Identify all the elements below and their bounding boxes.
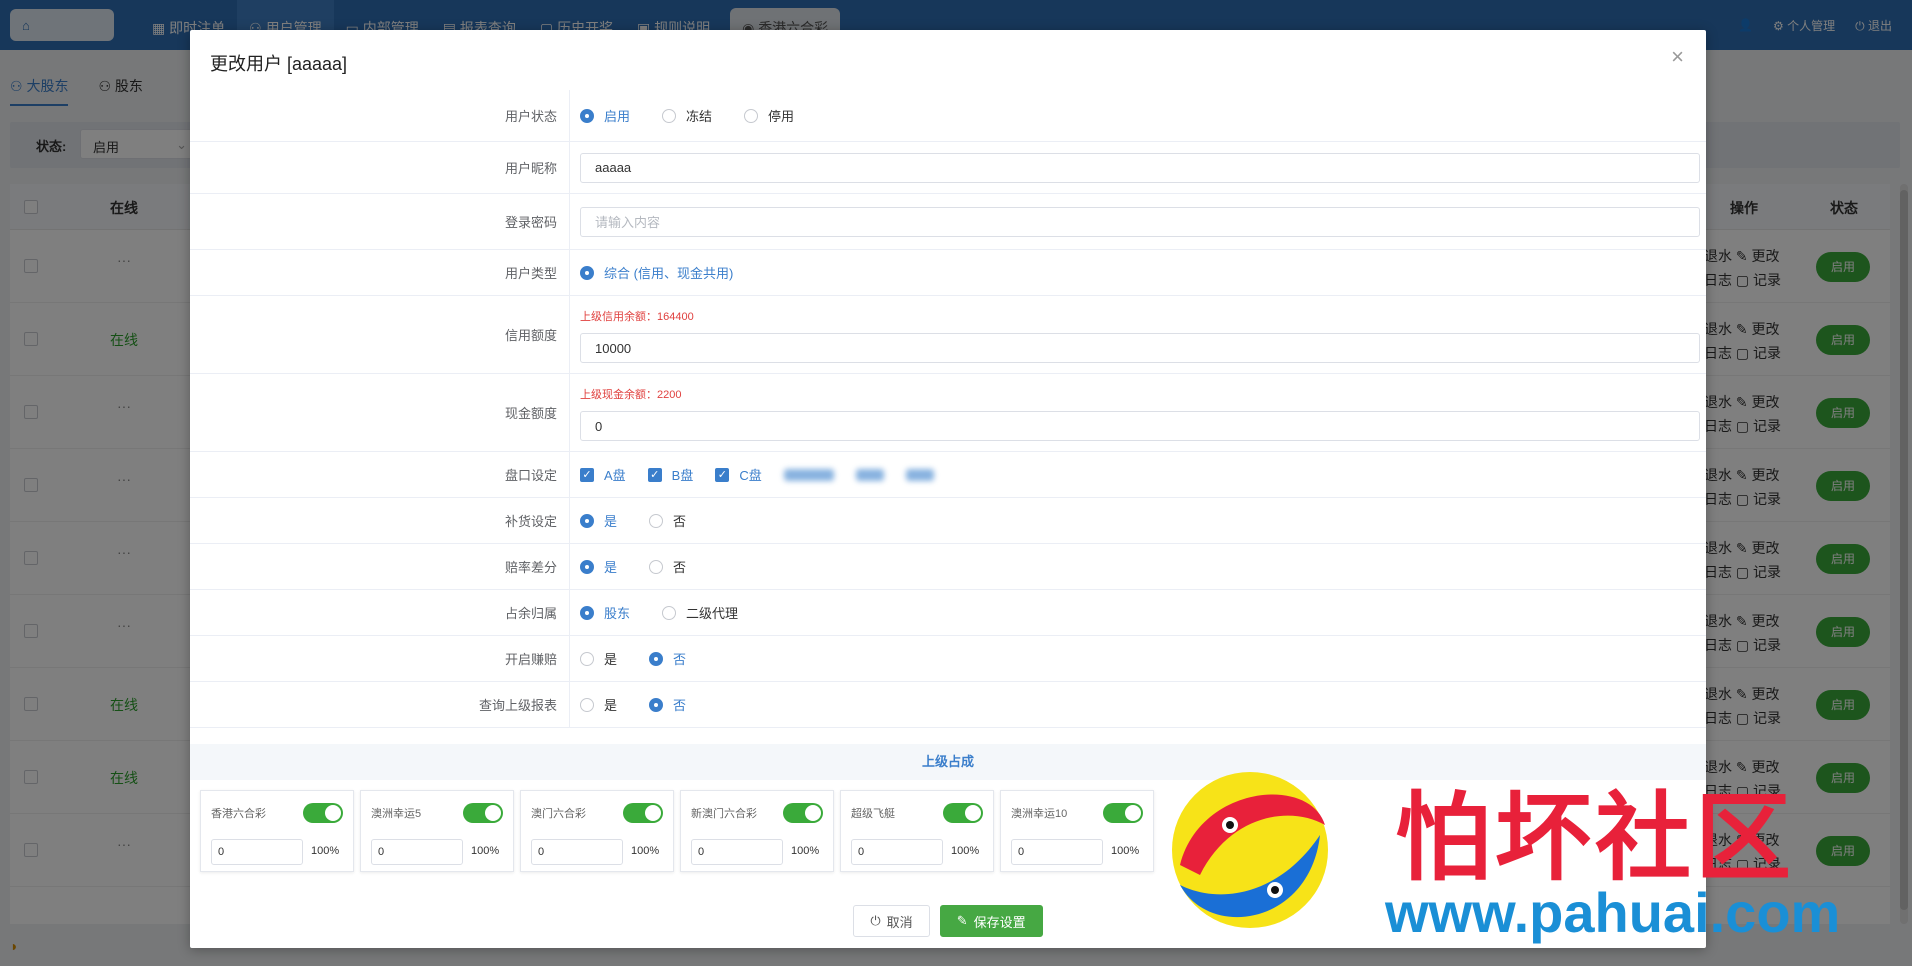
lottery-toggle[interactable]	[1103, 803, 1143, 823]
edit-icon: ✎	[956, 913, 968, 928]
label-credit: 信用额度	[190, 296, 570, 373]
lottery-toggle[interactable]	[623, 803, 663, 823]
share-percent: 100%	[951, 845, 980, 857]
watermark: 怕坏社区 www.pahuai.com	[1160, 755, 1900, 955]
radio-status-disabled[interactable]: 停用	[744, 106, 794, 125]
share-card: 超级飞艇 0 100%	[840, 790, 994, 872]
dialog-title: 更改用户 [aaaaa]	[210, 54, 348, 74]
radio-status-frozen[interactable]: 冻结	[662, 106, 712, 125]
lottery-name: 超级飞艇	[851, 808, 895, 820]
label-compensate: 开启赚赔	[190, 636, 570, 681]
share-input[interactable]: 0	[851, 839, 943, 865]
radio-replenish-yes[interactable]: 是	[580, 511, 617, 530]
share-card: 澳洲幸运5 0 100%	[360, 790, 514, 872]
lottery-toggle[interactable]	[303, 803, 343, 823]
lottery-toggle[interactable]	[943, 803, 983, 823]
label-replenish: 补货设定	[190, 498, 570, 543]
radio-remainder-shareholder[interactable]: 股东	[580, 603, 630, 622]
row-nickname: 用户昵称 aaaaa	[190, 142, 1706, 194]
radio-query-report-no[interactable]: 否	[649, 695, 686, 714]
watermark-text: 怕坏社区	[1395, 782, 1795, 894]
blurred-option	[783, 468, 834, 481]
radio-replenish-no[interactable]: 否	[649, 511, 686, 530]
lottery-name: 澳洲幸运5	[371, 808, 422, 820]
share-percent: 100%	[471, 845, 500, 857]
share-percent: 100%	[311, 845, 340, 857]
row-compensate: 开启赚赔 是 否	[190, 636, 1706, 682]
cash-input[interactable]: 0	[580, 411, 1700, 441]
lottery-name: 澳洲幸运10	[1011, 808, 1068, 820]
row-pankou: 盘口设定 ✓ A盘 ✓ B盘 ✓ C盘	[190, 452, 1706, 498]
share-card: 新澳门六合彩 0 100%	[680, 790, 834, 872]
radio-compensate-yes[interactable]: 是	[580, 649, 617, 668]
share-percent: 100%	[791, 845, 820, 857]
radio-compensate-no[interactable]: 否	[649, 649, 686, 668]
label-query-report: 查询上级报表	[190, 682, 570, 727]
fish-logo-icon	[1172, 772, 1328, 928]
row-odds-diff: 赔率差分 是 否	[190, 544, 1706, 590]
label-remainder: 占余归属	[190, 590, 570, 635]
share-card: 香港六合彩 0 100%	[200, 790, 354, 872]
share-input[interactable]: 0	[1011, 839, 1103, 865]
radio-remainder-agent[interactable]: 二级代理	[662, 603, 738, 622]
checkbox-plate-c[interactable]: ✓ C盘	[715, 465, 762, 484]
share-input[interactable]: 0	[531, 839, 623, 865]
save-button[interactable]: ✎ 保存设置	[939, 905, 1043, 937]
share-cards: 香港六合彩 0 100% 澳洲幸运5 0 100% 澳门六合彩 0 100% 新澳门六合彩 0 100…	[200, 790, 1154, 872]
share-input[interactable]: 0	[691, 839, 783, 865]
cash-balance-hint: 上级现金余额：2200	[580, 389, 682, 401]
share-card: 澳洲幸运10 0 100%	[1000, 790, 1154, 872]
share-input[interactable]: 0	[371, 839, 463, 865]
share-percent: 100%	[631, 845, 660, 857]
lottery-toggle[interactable]	[783, 803, 823, 823]
label-odds-diff: 赔率差分	[190, 544, 570, 589]
lottery-name: 香港六合彩	[211, 808, 266, 820]
row-credit: 信用额度 上级信用余额：164400 10000	[190, 296, 1706, 374]
share-card: 澳门六合彩 0 100%	[520, 790, 674, 872]
label-user-type: 用户类型	[190, 250, 570, 295]
row-user-status: 用户状态 启用 冻结 停用	[190, 90, 1706, 142]
share-percent: 100%	[1111, 845, 1140, 857]
blurred-option	[855, 468, 884, 481]
row-query-report: 查询上级报表 是 否	[190, 682, 1706, 728]
lottery-name: 澳门六合彩	[531, 808, 586, 820]
row-replenish: 补货设定 是 否	[190, 498, 1706, 544]
label-user-status: 用户状态	[190, 90, 570, 141]
password-input[interactable]: 请输入内容	[580, 206, 1700, 237]
credit-input[interactable]: 10000	[580, 333, 1700, 363]
row-remainder: 占余归属 股东 二级代理	[190, 590, 1706, 636]
radio-odds-diff-no[interactable]: 否	[649, 557, 686, 576]
watermark-url: www.pahuai.com	[1385, 881, 1841, 944]
label-nickname: 用户昵称	[190, 142, 570, 193]
page: ⌂ ▦ 即时注单 ⚇ 用户管理 ▭ 内部管理 ▤ 报表查询 ▢ 历史开奖 ▣ 规…	[0, 0, 1912, 966]
checkbox-plate-b[interactable]: ✓ B盘	[647, 465, 693, 484]
lottery-name: 新澳门六合彩	[691, 808, 757, 820]
close-icon[interactable]: ×	[1671, 46, 1684, 68]
row-password: 登录密码 请输入内容	[190, 194, 1706, 250]
label-cash: 现金额度	[190, 374, 570, 451]
edit-user-form: 用户状态 启用 冻结 停用 用户昵称 aaaaa 登录密码 请输入内容 用户类型…	[190, 90, 1706, 728]
row-cash: 现金额度 上级现金余额：2200 0	[190, 374, 1706, 452]
radio-query-report-yes[interactable]: 是	[580, 695, 617, 714]
share-input[interactable]: 0	[211, 839, 303, 865]
lottery-toggle[interactable]	[463, 803, 503, 823]
row-user-type: 用户类型 综合 (信用、现金共用)	[190, 250, 1706, 296]
power-icon: ⏻	[870, 913, 881, 928]
radio-status-enabled[interactable]: 启用	[580, 106, 630, 125]
blurred-option	[905, 468, 934, 481]
cancel-button[interactable]: ⏻ 取消	[853, 905, 930, 937]
radio-type-combined[interactable]: 综合 (信用、现金共用)	[580, 263, 733, 282]
label-pankou: 盘口设定	[190, 452, 570, 497]
label-password: 登录密码	[190, 194, 570, 249]
checkbox-plate-a[interactable]: ✓ A盘	[580, 465, 626, 484]
credit-balance-hint: 上级信用余额：164400	[580, 311, 694, 323]
nickname-input[interactable]: aaaaa	[580, 152, 1700, 183]
radio-odds-diff-yes[interactable]: 是	[580, 557, 617, 576]
